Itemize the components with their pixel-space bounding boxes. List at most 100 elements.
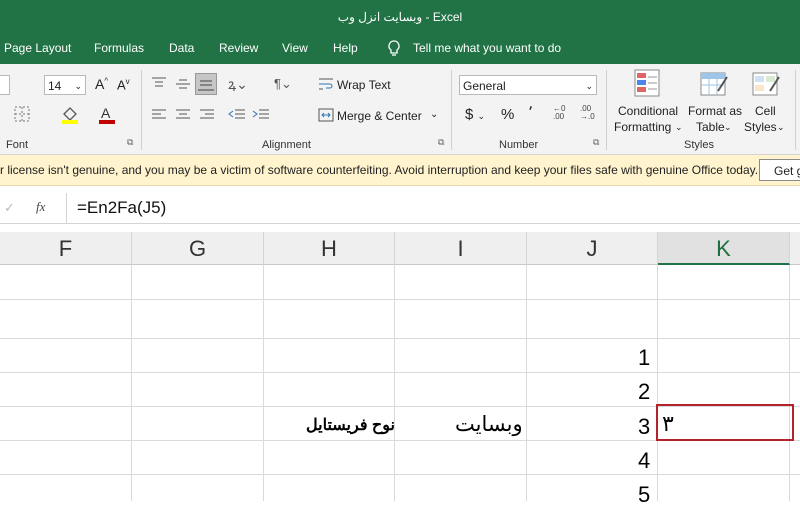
separator — [795, 70, 796, 150]
title-bar: وبسایت انزل وب - Excel — [0, 0, 800, 36]
format-as-table-label[interactable]: Format as — [688, 104, 742, 118]
merge-center-icon — [318, 108, 334, 125]
gridline — [131, 265, 132, 501]
cell-j4[interactable]: 4 — [638, 448, 650, 474]
column-header-g[interactable]: G — [132, 232, 264, 265]
cell-j2[interactable]: 2 — [638, 379, 650, 405]
gridline — [789, 265, 790, 501]
cell-styles-label[interactable]: Cell — [755, 104, 776, 118]
tab-page-layout[interactable]: Page Layout — [4, 41, 71, 55]
separator — [141, 70, 142, 150]
conditional-formatting-icon — [634, 69, 662, 102]
gridline — [0, 474, 800, 475]
font-dialog-launcher-icon[interactable]: ⧉ — [127, 137, 133, 148]
tab-help[interactable]: Help — [333, 41, 358, 55]
align-left-icon[interactable] — [151, 108, 167, 125]
format-as-table-icon — [700, 69, 730, 102]
decrease-decimal-icon[interactable]: .00 →.0 — [580, 105, 595, 121]
font-name-box[interactable] — [0, 75, 10, 95]
comma-style-button[interactable]: ٬ — [528, 103, 533, 123]
align-center-icon[interactable] — [175, 108, 191, 125]
cell-j3[interactable]: 3 — [638, 414, 650, 440]
number-group-label: Number — [499, 139, 539, 151]
conditional-formatting-label-2[interactable]: Formatting — [614, 120, 671, 134]
conditional-formatting-label[interactable]: Conditional — [618, 104, 678, 118]
tab-data[interactable]: Data — [169, 41, 194, 55]
cell-j1[interactable]: 1 — [638, 345, 650, 371]
orientation-icon[interactable]: ꝝ⌄ — [228, 75, 248, 94]
tab-formulas[interactable]: Formulas — [94, 41, 144, 55]
separator — [451, 70, 452, 150]
chevron-down-icon: ⌄ — [724, 122, 732, 132]
format-as-table-label-2[interactable]: Table — [696, 120, 725, 134]
align-top-icon[interactable] — [151, 76, 167, 95]
number-dialog-launcher-icon[interactable]: ⧉ — [593, 137, 599, 148]
enter-checkmark-icon[interactable]: ✓ — [4, 200, 15, 216]
percent-button[interactable]: % — [501, 106, 514, 123]
cell-styles-icon — [752, 69, 782, 102]
number-format-value: General — [463, 79, 506, 93]
cell-j5[interactable]: 5 — [638, 482, 650, 508]
column-header-l[interactable] — [790, 232, 800, 265]
cell-styles-label-2[interactable]: Styles — [744, 120, 777, 134]
gridline — [0, 372, 800, 373]
column-header-k[interactable]: K — [658, 232, 790, 265]
currency-icon[interactable]: $ ⌄ — [465, 106, 485, 123]
borders-icon[interactable] — [14, 106, 32, 125]
chevron-down-icon[interactable]: ⌄ — [430, 109, 438, 120]
gridline — [0, 338, 800, 339]
font-size-box[interactable]: 14 ⌄ — [44, 75, 86, 95]
gridline — [526, 265, 527, 501]
shrink-font-icon[interactable]: Av — [117, 77, 130, 92]
wrap-text-button[interactable]: Wrap Text — [337, 78, 391, 92]
alignment-dialog-launcher-icon[interactable]: ⧉ — [438, 137, 444, 148]
align-right-icon[interactable] — [199, 108, 215, 125]
chevron-down-icon: ⌄ — [74, 81, 82, 91]
ribbon: 14 ⌄ A^ Av A Font ⧉ ꝝ⌄ ¶⌄ Wrap Text Merg… — [0, 64, 800, 155]
fill-color-icon[interactable] — [60, 105, 80, 128]
formula-bar: ✓ fx =En2Fa(J5) — [0, 193, 800, 224]
increase-indent-icon[interactable] — [252, 108, 270, 125]
separator — [606, 70, 607, 150]
wrap-text-icon — [318, 76, 334, 95]
ribbon-tabs: Page Layout Formulas Data Review View He… — [0, 36, 800, 64]
grow-font-icon[interactable]: A^ — [95, 76, 108, 92]
gridline — [657, 265, 658, 501]
merge-center-button[interactable]: Merge & Center — [337, 109, 422, 123]
alignment-group-label: Alignment — [262, 139, 311, 151]
align-bottom-icon[interactable] — [195, 73, 217, 95]
font-size-value: 14 — [48, 79, 62, 93]
insert-function-button[interactable]: fx — [36, 199, 45, 215]
formula-input[interactable]: =En2Fa(J5) — [66, 193, 800, 223]
lightbulb-icon — [387, 40, 401, 61]
window-title: وبسایت انزل وب - Excel — [337, 10, 463, 24]
align-middle-icon[interactable] — [175, 76, 191, 95]
chevron-down-icon: ⌄ — [675, 122, 683, 132]
tab-view[interactable]: View — [282, 41, 308, 55]
font-color-icon[interactable]: A — [97, 105, 117, 128]
gridline — [394, 265, 395, 501]
tell-me-search[interactable]: Tell me what you want to do — [413, 41, 561, 55]
column-header-h[interactable]: H — [264, 232, 395, 265]
cell-h3[interactable]: نوح فریستایل — [306, 415, 395, 435]
font-group-label: Font — [6, 139, 29, 151]
styles-group-label: Styles — [684, 139, 714, 151]
tab-review[interactable]: Review — [219, 41, 258, 55]
column-header-f[interactable]: F — [0, 232, 132, 265]
chevron-down-icon: ⌄ — [585, 81, 593, 91]
number-format-dropdown[interactable]: General ⌄ — [459, 75, 597, 95]
text-direction-icon[interactable]: ¶⌄ — [274, 76, 292, 92]
active-cell-selection[interactable] — [656, 404, 794, 441]
get-genuine-office-button[interactable]: Get g — [759, 159, 800, 181]
svg-text:A: A — [101, 105, 111, 121]
gridline — [263, 265, 264, 501]
column-header-j[interactable]: J — [527, 232, 658, 265]
worksheet-grid[interactable]: F G H I J K 1 2 3 4 5 نوح فریستایل وبسای… — [0, 232, 800, 507]
increase-decimal-icon[interactable]: ←0.00 — [553, 105, 565, 121]
chevron-down-icon: ⌄ — [777, 122, 785, 132]
cell-i3[interactable]: وبسایت — [455, 412, 523, 437]
license-warning-message: r license isn't genuine, and you may be … — [0, 163, 759, 177]
license-warning-bar: r license isn't genuine, and you may be … — [0, 155, 800, 186]
column-header-i[interactable]: I — [395, 232, 527, 265]
decrease-indent-icon[interactable] — [228, 108, 246, 125]
